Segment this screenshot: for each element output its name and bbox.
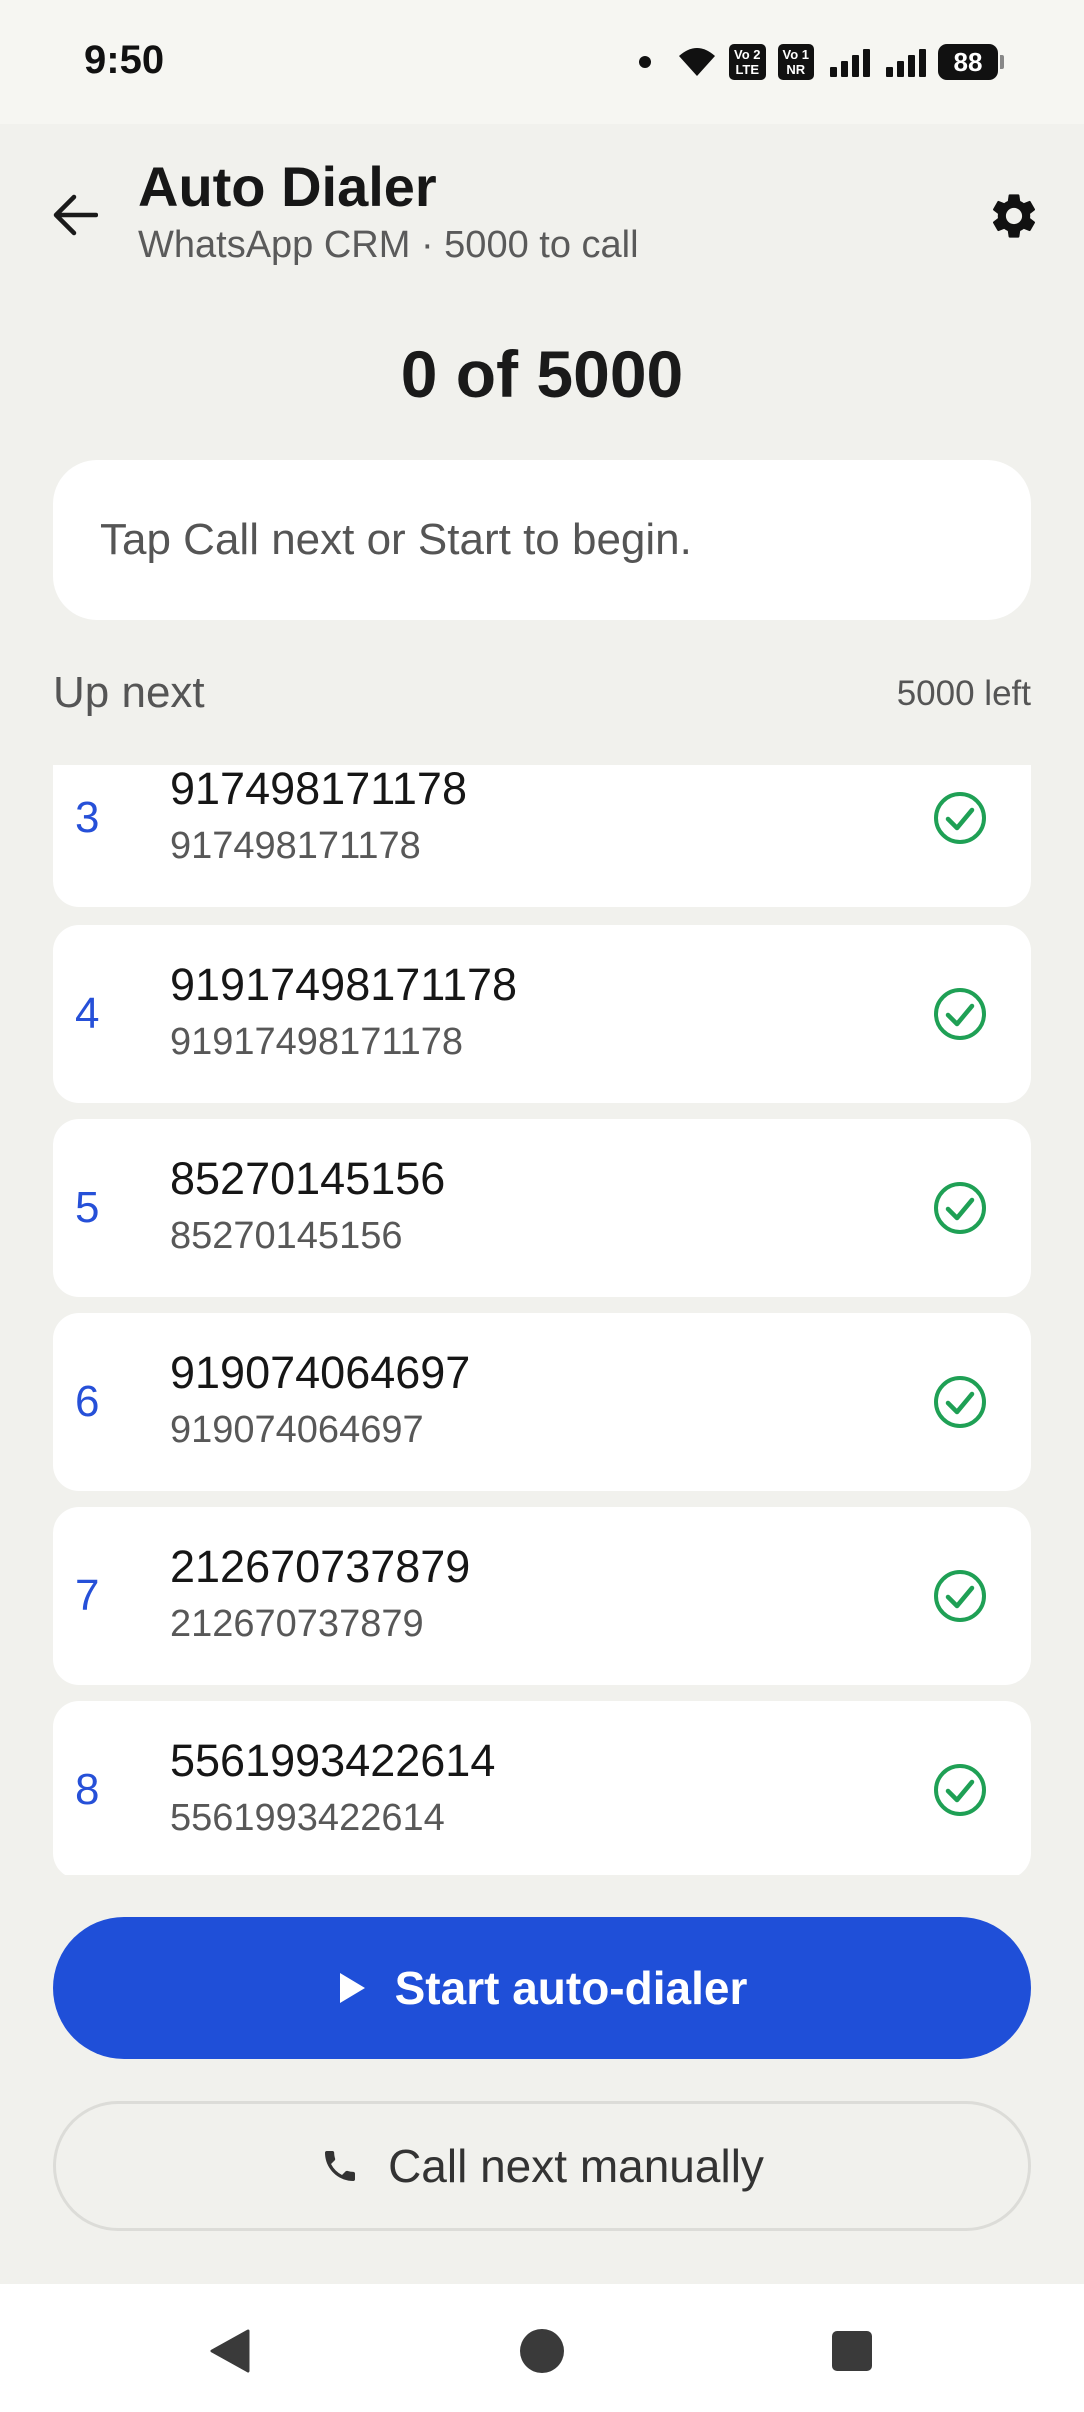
- status-card: Tap Call next or Start to begin.: [53, 460, 1031, 620]
- battery-level: 88: [938, 44, 998, 80]
- check-circle-icon: [934, 988, 986, 1040]
- contact-name: 91917498171178: [170, 959, 518, 1010]
- play-icon: [339, 1973, 365, 2003]
- wifi-icon: [679, 48, 715, 76]
- remaining-count: 5000 left: [896, 674, 1031, 713]
- list-item[interactable]: 3 917498171178 917498171178: [53, 765, 1031, 907]
- contact-phone: 91917498171178: [170, 1021, 464, 1063]
- volte-lte-badge: Vo 2 LTE: [729, 44, 766, 80]
- item-index: 7: [75, 1571, 100, 1620]
- nav-back-icon: [210, 2329, 250, 2373]
- nav-recents-icon: [832, 2331, 872, 2371]
- signal-1-icon: [830, 47, 870, 77]
- contact-phone: 917498171178: [170, 825, 421, 867]
- check-circle-icon: [934, 1182, 986, 1234]
- nav-home-button[interactable]: [497, 2306, 587, 2396]
- item-index: 5: [75, 1183, 100, 1232]
- check-circle-icon: [934, 792, 986, 844]
- list-item[interactable]: 5 85270145156 85270145156: [53, 1119, 1031, 1297]
- list-item[interactable]: 6 919074064697 919074064697: [53, 1313, 1031, 1491]
- start-auto-dialer-label: Start auto-dialer: [394, 1962, 748, 2014]
- volte-nr-top: Vo 1: [782, 47, 810, 62]
- list-item[interactable]: 4 91917498171178 91917498171178: [53, 925, 1031, 1103]
- contact-phone: 212670737879: [170, 1603, 424, 1645]
- contact-name: 212670737879: [170, 1541, 471, 1592]
- phone-icon: [325, 2151, 356, 2181]
- volte-nr-badge: Vo 1 NR: [777, 44, 814, 80]
- list-item[interactable]: 8 5561993422614 5561993422614: [53, 1701, 1031, 1875]
- check-circle-icon: [934, 1570, 986, 1622]
- contact-name: 917498171178: [170, 765, 467, 814]
- status-bar: 9:50 Vo 2 LTE Vo 1 NR 88: [0, 0, 1084, 124]
- contact-queue-list[interactable]: 3 917498171178 917498171178 4 9191749817…: [53, 765, 1031, 1875]
- status-message: Tap Call next or Start to begin.: [100, 515, 692, 564]
- contact-name: 85270145156: [170, 1153, 446, 1204]
- arrow-left-icon: [53, 194, 98, 236]
- notification-dot-icon: [639, 56, 651, 68]
- battery-icon: 88: [938, 44, 1004, 80]
- system-nav-bar: [0, 2284, 1084, 2412]
- volte-nr-bottom: NR: [786, 62, 806, 77]
- signal-2-icon: [886, 47, 926, 77]
- status-time: 9:50: [84, 38, 165, 82]
- volte-lte-top: Vo 2: [734, 47, 761, 62]
- contact-name: 919074064697: [170, 1347, 471, 1398]
- back-button[interactable]: [40, 180, 110, 250]
- nav-recents-button[interactable]: [807, 2306, 897, 2396]
- list-item[interactable]: 7 212670737879 212670737879: [53, 1507, 1031, 1685]
- item-index: 4: [75, 989, 100, 1038]
- gear-icon: [992, 194, 1036, 238]
- item-index: 6: [75, 1377, 100, 1426]
- contact-name: 5561993422614: [170, 1735, 496, 1786]
- check-circle-icon: [934, 1764, 986, 1816]
- check-circle-icon: [934, 1376, 986, 1428]
- status-icons: Vo 2 LTE Vo 1 NR 88: [639, 38, 1004, 86]
- nav-home-icon: [520, 2329, 564, 2373]
- contact-phone: 5561993422614: [170, 1797, 445, 1839]
- progress-counter: 0 of 5000: [400, 337, 684, 411]
- contact-phone: 85270145156: [170, 1215, 403, 1257]
- nav-back-button[interactable]: [185, 2306, 275, 2396]
- page-title: Auto Dialer: [138, 155, 437, 218]
- call-next-manually-button[interactable]: Call next manually: [53, 2101, 1031, 2231]
- call-next-manually-label: Call next manually: [388, 2140, 764, 2192]
- volte-lte-bottom: LTE: [735, 62, 760, 77]
- item-index: 8: [75, 1765, 100, 1814]
- contact-phone: 919074064697: [170, 1409, 424, 1451]
- queue-heading: Up next: [53, 668, 205, 717]
- page-subtitle: WhatsApp CRM · 5000 to call: [138, 224, 639, 266]
- settings-button[interactable]: [974, 176, 1054, 256]
- item-index: 3: [75, 793, 100, 842]
- start-auto-dialer-button[interactable]: Start auto-dialer: [53, 1917, 1031, 2059]
